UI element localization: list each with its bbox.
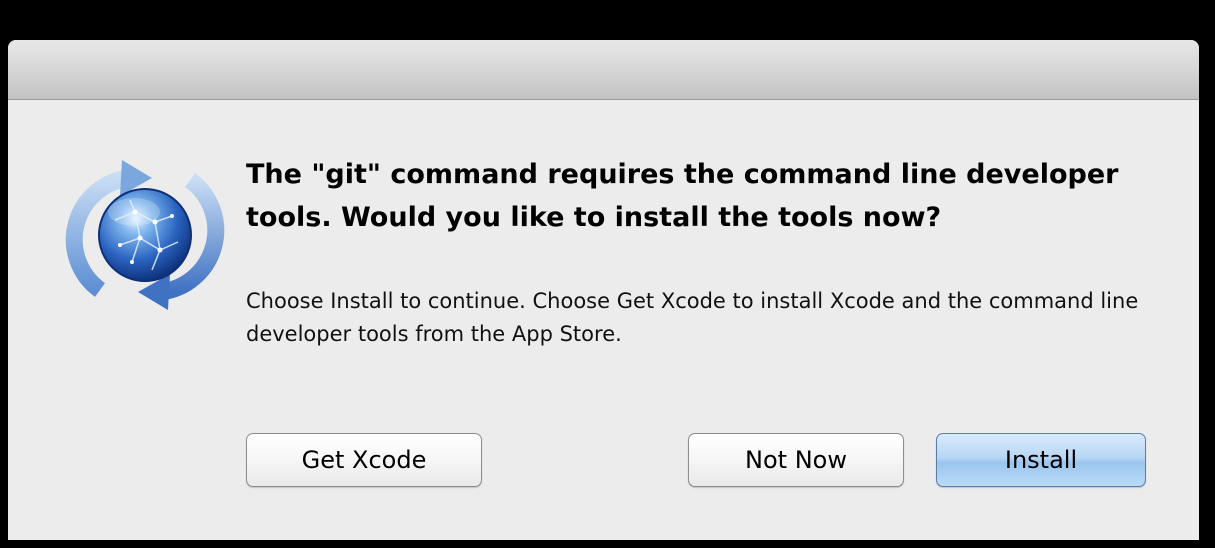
get-xcode-button[interactable]: Get Xcode — [246, 433, 482, 487]
software-update-globe-icon — [60, 150, 230, 320]
dialog-content: The "git" command requires the command l… — [8, 100, 1199, 540]
screen: The "git" command requires the command l… — [0, 0, 1215, 548]
install-button[interactable]: Install — [936, 433, 1146, 487]
dialog-message: The "git" command requires the command l… — [246, 159, 1119, 233]
dialog-informative-text: Choose Install to continue. Choose Get X… — [246, 289, 1139, 346]
dialog-titlebar[interactable] — [8, 40, 1199, 100]
install-tools-dialog: The "git" command requires the command l… — [8, 40, 1199, 540]
software-update-globe-icon-graphic — [65, 160, 225, 310]
not-now-button[interactable]: Not Now — [688, 433, 904, 487]
